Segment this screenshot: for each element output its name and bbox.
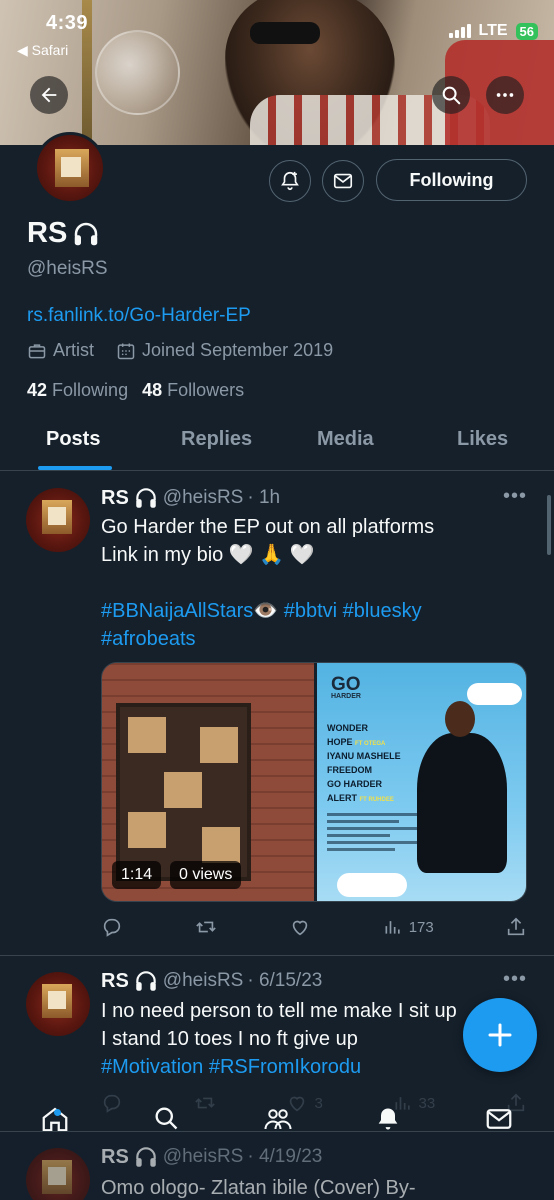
tab-media[interactable]: Media: [317, 428, 374, 451]
back-button[interactable]: [30, 76, 68, 114]
post-text: Go Harder the EP out on all platforms Li…: [101, 513, 501, 653]
video-thumbnail[interactable]: 1:14 0 views: [102, 663, 314, 901]
views-button[interactable]: 173: [383, 916, 434, 938]
profile-meta: Artist Joined September 2019: [27, 340, 333, 361]
scroll-fade-overlay: [0, 1132, 554, 1200]
views-count: 173: [408, 918, 434, 936]
post-header: RS @heisRS · 6/15/23: [101, 968, 322, 994]
search-icon: [155, 1107, 178, 1130]
video-art-board: [116, 703, 251, 881]
compose-plus-icon: [488, 1023, 512, 1047]
profile-joined-date: Joined September 2019: [142, 340, 334, 360]
tab-posts[interactable]: Posts: [46, 428, 100, 451]
search-button[interactable]: [432, 76, 470, 114]
post-more-button[interactable]: •••: [503, 485, 527, 508]
post-avatar[interactable]: [26, 488, 90, 552]
briefcase-icon: [28, 343, 46, 358]
ep-cover-credits: [327, 813, 417, 855]
post-media[interactable]: 1:14 0 views GO HARDER WONDER HOPE FT OT…: [101, 662, 527, 902]
ep-cover-artist-head: [445, 701, 475, 737]
retweet-icon: [196, 921, 216, 933]
avatar-art-inner: [61, 157, 81, 177]
banner-sunglasses: [250, 22, 320, 44]
share-icon: [507, 917, 525, 936]
profile-category: Artist: [53, 340, 95, 360]
ep-cover-artist: [417, 733, 507, 873]
headphones-icon: [136, 971, 156, 991]
post-timestamp: · 1h: [247, 487, 281, 508]
ep-cover-logo: GO HARDER: [331, 674, 361, 700]
post-hashtags[interactable]: #Motivation #RSFromIkorodu: [101, 1053, 471, 1081]
views-icon: [385, 921, 400, 934]
post-timestamp: · 6/15/23: [247, 970, 323, 991]
post-actions: 173: [101, 916, 527, 938]
compose-post-button[interactable]: [463, 998, 537, 1072]
notifications-icon: [378, 1108, 398, 1130]
mail-icon: [333, 173, 353, 189]
more-icon: [496, 93, 514, 97]
search-icon: [442, 86, 461, 105]
notification-add-icon: [281, 171, 299, 191]
battery-icon: 56: [515, 22, 538, 40]
tab-replies[interactable]: Replies: [181, 428, 252, 451]
following-count-link[interactable]: 42 Following: [27, 380, 128, 401]
signal-icon: [448, 24, 471, 38]
tabs-divider: [0, 470, 554, 471]
post-author-name[interactable]: RS: [101, 970, 129, 993]
post-avatar[interactable]: [26, 972, 90, 1036]
home-unread-dot: [54, 1109, 61, 1116]
scrollbar[interactable]: [547, 495, 551, 555]
status-indicators: LTE 56: [448, 22, 538, 40]
followers-count-link[interactable]: 48 Followers: [142, 380, 244, 401]
profile-name: RS: [27, 217, 68, 249]
tab-likes[interactable]: Likes: [457, 428, 508, 451]
post-hashtags[interactable]: #afrobeats: [101, 625, 501, 653]
video-views-badge: 0 views: [170, 861, 242, 889]
post-author-handle: @heisRS: [162, 487, 244, 508]
back-arrow-icon: [41, 87, 57, 103]
retweet-button[interactable]: [194, 916, 218, 938]
calendar-icon: [117, 343, 135, 359]
post-divider: [0, 955, 554, 956]
headphones-icon: [136, 488, 156, 508]
banner-lamp: [95, 30, 180, 115]
profile-name-row: RS: [27, 217, 101, 250]
more-options-button[interactable]: [486, 76, 524, 114]
profile-handle: @heisRS: [27, 258, 108, 279]
profile-counts: 42 Following 48 Followers: [27, 380, 244, 401]
post-author-handle: @heisRS: [162, 970, 244, 991]
post-more-button[interactable]: •••: [503, 968, 527, 991]
status-back-to-safari[interactable]: ◀ Safari: [17, 42, 68, 59]
post-hashtags[interactable]: #BBNaijaAllStars👁️ #bbtvi #bluesky: [101, 597, 501, 625]
profile-website-link[interactable]: rs.fanlink.to/Go-Harder-EP: [27, 305, 251, 327]
post-author-name[interactable]: RS: [101, 487, 129, 510]
profile-avatar[interactable]: [34, 132, 106, 204]
ep-cover-image[interactable]: GO HARDER WONDER HOPE FT OTEGA IYANU MAS…: [317, 663, 526, 901]
video-duration-badge: 1:14: [112, 861, 162, 889]
headphones-icon: [75, 222, 98, 245]
like-icon: [293, 920, 308, 936]
post-text: I no need person to tell me make I sit u…: [101, 997, 471, 1081]
status-time: 4:39: [46, 12, 89, 34]
reply-button[interactable]: [101, 916, 123, 938]
message-button[interactable]: [322, 160, 364, 202]
following-button[interactable]: Following: [376, 159, 527, 201]
communities-icon: [264, 1109, 292, 1130]
share-button[interactable]: [505, 916, 527, 938]
like-button[interactable]: [289, 916, 311, 938]
reply-icon: [103, 918, 121, 937]
notification-subscribe-button[interactable]: [269, 160, 311, 202]
network-label: LTE: [478, 22, 508, 39]
post-header: RS @heisRS · 1h: [101, 485, 280, 511]
messages-icon: [486, 1109, 512, 1129]
